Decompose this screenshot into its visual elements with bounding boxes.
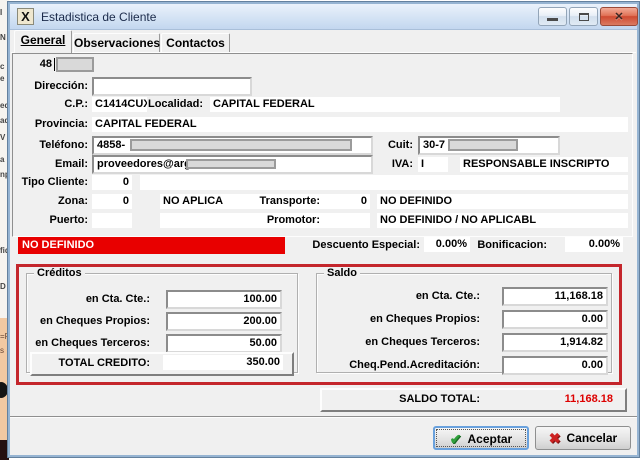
creditos-cheques-propios-field[interactable]: 200.00 xyxy=(166,312,282,331)
status-banner: NO DEFINIDO xyxy=(18,237,285,254)
localidad-label: Localidad: xyxy=(110,97,203,112)
promotor-desc-field[interactable]: NO DEFINIDO / NO APLICABL xyxy=(377,213,628,228)
tipo-cliente-label: Tipo Cliente: xyxy=(10,175,88,190)
cuit-value: 30-7 xyxy=(423,139,445,151)
aceptar-button[interactable]: ✔Aceptar xyxy=(433,426,529,450)
tipo-cliente-desc-field[interactable] xyxy=(140,175,628,190)
zona-code-field[interactable]: 0 xyxy=(92,194,132,209)
bg-text-fragment: s xyxy=(0,346,4,355)
x-icon: ✖ xyxy=(549,430,561,446)
creditos-group-title: Créditos xyxy=(34,267,85,280)
transporte-desc-field[interactable]: NO DEFINIDO xyxy=(377,194,628,209)
promotor-label: Promotor: xyxy=(250,213,320,228)
email-redaction xyxy=(186,159,276,169)
total-credito-field: 350.00 xyxy=(163,355,283,370)
promotor-code-field[interactable] xyxy=(330,213,370,228)
telefono-value: 4858- xyxy=(97,139,125,151)
tab-contactos[interactable]: Contactos xyxy=(161,33,230,53)
email-field[interactable]: proveedores@arg xyxy=(92,155,373,174)
window-x-icon: X xyxy=(17,8,34,25)
creditos-cheques-terceros-label: en Cheques Terceros: xyxy=(26,336,150,351)
close-button[interactable]: ✕ xyxy=(600,7,638,26)
descuento-especial-field[interactable]: 0.00% xyxy=(424,237,470,252)
estadistica-de-cliente-dialog: X Estadistica de Cliente ✕ General Obser… xyxy=(8,2,639,457)
close-icon: ✕ xyxy=(601,10,637,23)
bg-text-fragment: c xyxy=(0,62,4,71)
saldo-cheq-pend-acreditacion-field[interactable]: 0.00 xyxy=(502,356,608,375)
creditos-cheques-terceros-field[interactable]: 50.00 xyxy=(166,334,282,353)
bg-text-fragment: N xyxy=(0,33,6,42)
cp-label: C.P.: xyxy=(10,97,88,112)
minimize-button[interactable] xyxy=(538,7,567,26)
puerto-code-field[interactable] xyxy=(92,213,132,228)
saldo-total-label: SALDO TOTAL: xyxy=(320,392,480,407)
saldo-group-title: Saldo xyxy=(324,267,360,280)
saldo-cta-cte-field[interactable]: 11,168.18 xyxy=(502,287,608,306)
descuento-especial-label: Descuento Especial: xyxy=(300,238,420,253)
saldo-cheques-propios-field[interactable]: 0.00 xyxy=(502,310,608,329)
bg-text-fragment: I xyxy=(0,8,2,17)
cliente-numero-value: 48 xyxy=(10,57,52,72)
direccion-field[interactable] xyxy=(92,77,252,96)
maximize-icon xyxy=(579,13,589,21)
tab-observaciones-label: Observaciones xyxy=(74,36,160,50)
tab-general[interactable]: General xyxy=(14,30,72,53)
saldo-total-value: 11,168.18 xyxy=(510,392,613,407)
tab-observaciones[interactable]: Observaciones xyxy=(73,33,160,53)
bg-text-fragment: e xyxy=(0,74,4,83)
zona-label: Zona: xyxy=(10,194,88,209)
email-label: Email: xyxy=(10,157,88,172)
telefono-redaction xyxy=(130,139,352,151)
cancelar-button[interactable]: ✖ Cancelar xyxy=(535,426,631,450)
cancelar-button-label: Cancelar xyxy=(567,431,618,445)
saldo-cta-cte-label: en Cta. Cte.: xyxy=(316,289,480,304)
saldo-cheques-propios-label: en Cheques Propios: xyxy=(316,312,480,327)
window-titlebar[interactable]: X Estadistica de Cliente ✕ xyxy=(10,4,637,30)
tab-contactos-label: Contactos xyxy=(166,36,225,50)
cuit-redaction xyxy=(448,139,518,151)
provincia-label: Provincia: xyxy=(10,117,88,132)
saldo-cheques-terceros-field[interactable]: 1,914.82 xyxy=(502,333,608,352)
bg-text-fragment: a xyxy=(0,155,4,164)
provincia-field[interactable]: CAPITAL FEDERAL xyxy=(92,117,628,132)
puerto-label: Puerto: xyxy=(10,213,88,228)
total-credito-label: TOTAL CREDITO: xyxy=(36,356,150,371)
saldo-cheq-pend-acreditacion-label: Cheq.Pend.Acreditación: xyxy=(316,358,480,373)
telefono-label: Teléfono: xyxy=(10,138,88,153)
iva-code-field[interactable]: I xyxy=(418,157,448,172)
telefono-field[interactable]: 4858- xyxy=(92,136,373,155)
creditos-cta-cte-label: en Cta. Cte.: xyxy=(26,292,150,307)
tab-general-label: General xyxy=(21,33,66,47)
maximize-button[interactable] xyxy=(569,7,598,26)
email-value: proveedores@arg xyxy=(97,158,191,170)
bg-text-fragment: D xyxy=(0,282,6,291)
minimize-icon xyxy=(547,18,558,21)
iva-desc-field[interactable]: RESPONSABLE INSCRIPTO xyxy=(460,157,628,172)
tipo-cliente-field[interactable]: 0 xyxy=(92,175,132,190)
separator xyxy=(10,416,637,418)
localidad-field[interactable]: CAPITAL FEDERAL xyxy=(210,97,560,112)
window-title: Estadistica de Cliente xyxy=(41,10,156,24)
transporte-code-field[interactable]: 0 xyxy=(330,194,370,209)
focus-rect xyxy=(436,429,526,447)
redaction-caret xyxy=(54,58,55,71)
bonificacion-field[interactable]: 0.00% xyxy=(565,237,623,252)
bg-text-fragment: V xyxy=(0,133,5,142)
creditos-cheques-propios-label: en Cheques Propios: xyxy=(26,314,150,329)
iva-label: IVA: xyxy=(340,157,413,172)
transporte-label: Transporte: xyxy=(250,194,320,209)
cuit-label: Cuit: xyxy=(340,138,413,153)
creditos-cta-cte-field[interactable]: 100.00 xyxy=(166,290,282,309)
direccion-label: Dirección: xyxy=(10,79,88,94)
bonificacion-label: Bonificacion: xyxy=(475,238,547,253)
saldo-cheques-terceros-label: en Cheques Terceros: xyxy=(316,335,480,350)
cuit-field[interactable]: 30-7 xyxy=(418,136,560,155)
cliente-nombre-redaction xyxy=(56,57,94,72)
